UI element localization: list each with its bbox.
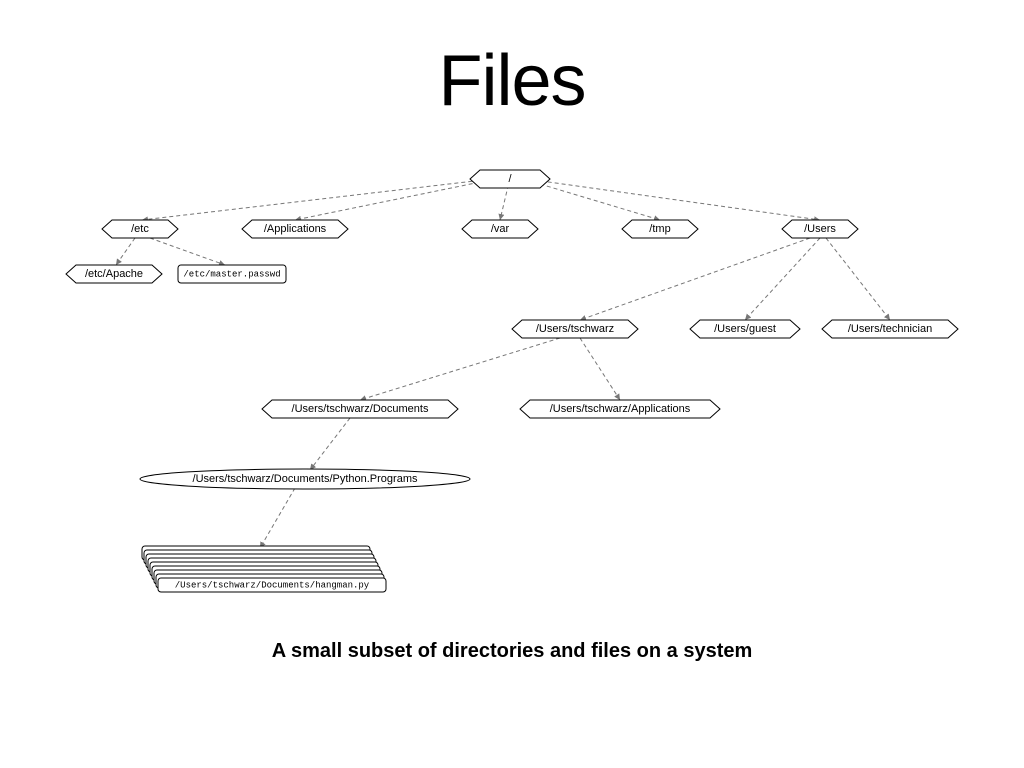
edge — [142, 178, 500, 220]
svg-text:/etc: /etc — [131, 223, 149, 235]
svg-text:/Users/tschwarz: /Users/tschwarz — [536, 323, 614, 335]
edge — [150, 238, 225, 265]
file-stack: /Users/tschwarz/Documents/hangman.py — [142, 546, 386, 592]
edge — [116, 238, 135, 265]
svg-text:/Users/tschwarz/Applications: /Users/tschwarz/Applications — [550, 403, 691, 415]
edge — [745, 238, 820, 320]
node-etc-apache: /etc/Apache — [66, 265, 162, 283]
svg-text:/Users/tschwarz/Documents: /Users/tschwarz/Documents — [292, 403, 429, 415]
svg-text:/Users/tschwarz/Documents/Pyth: /Users/tschwarz/Documents/Python.Program… — [193, 473, 418, 485]
svg-text:/Users/tschwarz/Documents/hang: /Users/tschwarz/Documents/hangman.py — [175, 580, 370, 590]
node-users: /Users — [782, 220, 858, 238]
node-root: / — [470, 170, 550, 188]
node-etc-master-passwd: /etc/master.passwd — [178, 265, 286, 283]
edge — [580, 238, 810, 320]
node-var: /var — [462, 220, 538, 238]
edge — [580, 338, 620, 400]
edge — [826, 238, 890, 320]
edge — [360, 338, 560, 400]
svg-text:/var: /var — [491, 223, 510, 235]
node-users-tschwarz: /Users/tschwarz — [512, 320, 638, 338]
node-users-technician: /Users/technician — [822, 320, 958, 338]
edge — [260, 488, 295, 548]
edge — [520, 178, 820, 220]
node-applications: /Applications — [242, 220, 348, 238]
filesystem-tree-diagram: / /etc /Applications /var /tmp /Users /e… — [0, 0, 1024, 768]
node-users-tschwarz-documents-pythonprograms: /Users/tschwarz/Documents/Python.Program… — [140, 469, 470, 489]
svg-text:/etc/Apache: /etc/Apache — [85, 268, 143, 280]
node-users-tschwarz-applications: /Users/tschwarz/Applications — [520, 400, 720, 418]
svg-text:/etc/master.passwd: /etc/master.passwd — [183, 269, 280, 279]
node-etc: /etc — [102, 220, 178, 238]
edge — [310, 418, 350, 470]
svg-text:/Users/technician: /Users/technician — [848, 323, 932, 335]
svg-text:/tmp: /tmp — [649, 223, 670, 235]
svg-text:/Applications: /Applications — [264, 223, 327, 235]
node-tmp: /tmp — [622, 220, 698, 238]
edge — [295, 178, 500, 220]
svg-text:/Users/guest: /Users/guest — [714, 323, 776, 335]
node-users-guest: /Users/guest — [690, 320, 800, 338]
svg-text:/Users: /Users — [804, 223, 836, 235]
node-users-tschwarz-documents: /Users/tschwarz/Documents — [262, 400, 458, 418]
